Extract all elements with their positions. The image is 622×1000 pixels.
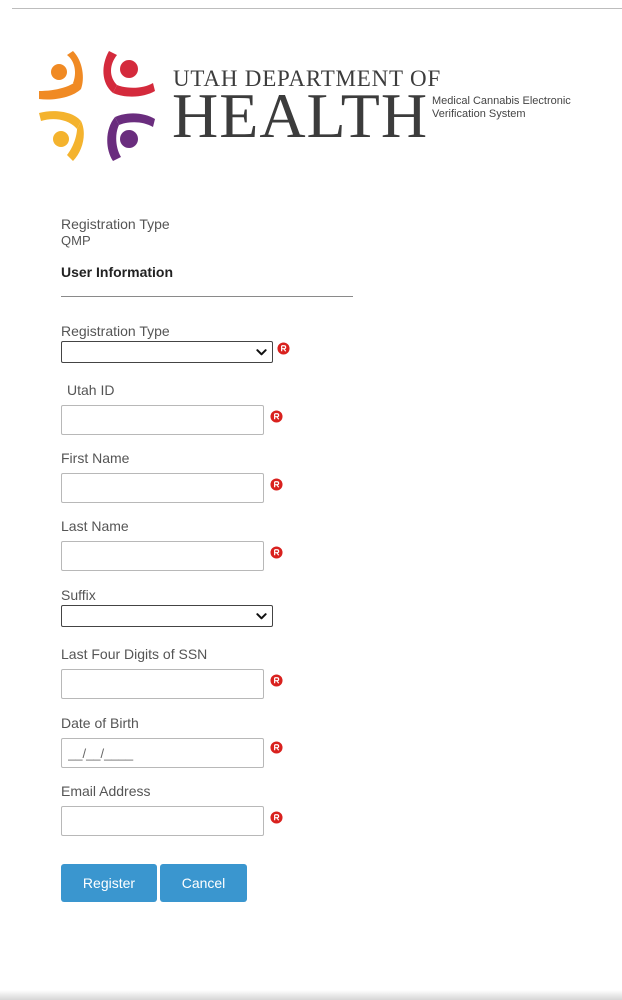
chevron-down-icon xyxy=(256,613,267,620)
cancel-button[interactable]: Cancel xyxy=(160,864,247,902)
email-address-input[interactable] xyxy=(61,806,264,836)
first-name-label: First Name xyxy=(61,450,130,466)
utah-health-logo-icon xyxy=(39,51,155,161)
utah-id-label: Utah ID xyxy=(67,382,115,398)
date-of-birth-label: Date of Birth xyxy=(61,715,139,731)
required-r-badge-icon xyxy=(270,546,283,559)
section-divider xyxy=(61,296,353,297)
required-r-badge-icon xyxy=(270,674,283,687)
utah-id-input[interactable] xyxy=(61,405,264,435)
registration-type-summary-value: QMP xyxy=(61,233,91,248)
agency-name-line2: HEALTH xyxy=(172,80,429,151)
last-name-input[interactable] xyxy=(61,541,264,571)
register-button[interactable]: Register xyxy=(61,864,157,902)
date-of-birth-input[interactable] xyxy=(61,738,264,768)
last-name-label: Last Name xyxy=(61,518,129,534)
registration-page: UTAH DEPARTMENT OF HEALTH Medical Cannab… xyxy=(0,0,622,1000)
email-address-label: Email Address xyxy=(61,783,151,799)
chevron-down-icon xyxy=(256,349,267,356)
registration-type-summary-label: Registration Type xyxy=(61,216,170,232)
application-name: Medical Cannabis Electronic Verification… xyxy=(432,95,571,120)
ssn-last-four-label: Last Four Digits of SSN xyxy=(61,646,208,662)
registration-type-select[interactable] xyxy=(61,341,273,363)
section-heading-user-information: User Information xyxy=(61,264,174,280)
required-r-badge-icon xyxy=(270,478,283,491)
bottom-edge-shadow xyxy=(0,990,622,1000)
required-r-badge-icon xyxy=(270,811,283,824)
required-r-badge-icon xyxy=(270,741,283,754)
required-r-badge-icon xyxy=(270,410,283,423)
suffix-select[interactable] xyxy=(61,605,273,627)
ssn-last-four-input[interactable] xyxy=(61,669,264,699)
top-divider xyxy=(12,8,622,9)
registration-type-label: Registration Type xyxy=(61,323,170,339)
first-name-input[interactable] xyxy=(61,473,264,503)
suffix-label: Suffix xyxy=(61,587,96,603)
required-r-badge-icon xyxy=(277,342,290,355)
